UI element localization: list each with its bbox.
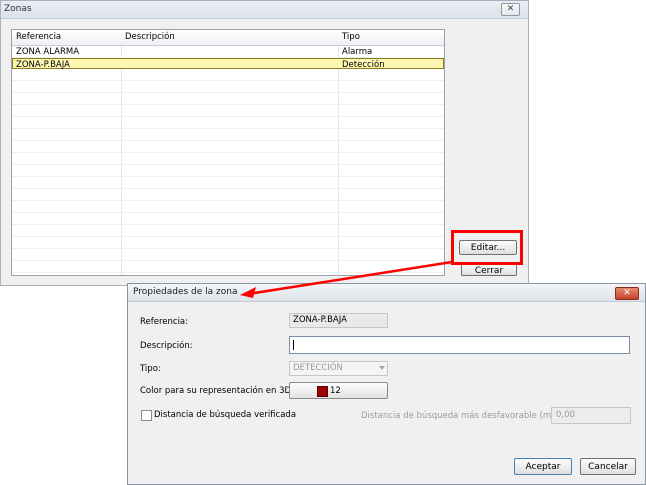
cancelar-button[interactable]: Cancelar	[580, 458, 636, 475]
aceptar-button[interactable]: Aceptar	[514, 458, 572, 475]
empty-row	[12, 225, 444, 237]
empty-row	[12, 273, 444, 275]
chevron-down-icon	[379, 366, 385, 370]
props-title: Propiedades de la zona	[133, 287, 238, 297]
empty-row	[12, 129, 444, 141]
cell-referencia: ZONA ALARMA	[16, 47, 80, 57]
empty-row	[12, 153, 444, 165]
empty-row	[12, 81, 444, 93]
zonas-titlebar: Zonas ✕	[1, 1, 528, 19]
table-header: Referencia Descripción Tipo	[12, 30, 444, 46]
empty-row	[12, 201, 444, 213]
empty-row	[12, 141, 444, 153]
distancia-check-label[interactable]: Distancia de búsqueda verificada	[154, 410, 296, 420]
descripcion-input[interactable]	[289, 336, 630, 354]
color-swatch	[317, 386, 328, 397]
referencia-label: Referencia:	[140, 317, 189, 327]
color-number: 12	[330, 386, 341, 396]
table-row[interactable]: ZONA ALARMA Alarma	[12, 46, 444, 58]
distancia-checkbox[interactable]	[141, 410, 152, 421]
zonas-window: Zonas ✕ Referencia Descripción Tipo ZONA…	[0, 0, 529, 286]
table-row-selected[interactable]: ZONA-P.BAJA Detección	[12, 58, 444, 70]
highlight-box	[451, 230, 523, 265]
empty-row	[12, 189, 444, 201]
column-header-referencia[interactable]: Referencia	[16, 32, 61, 42]
empty-row	[12, 261, 444, 273]
empty-row	[12, 165, 444, 177]
empty-row	[12, 69, 444, 81]
empty-row	[12, 117, 444, 129]
cell-tipo: Alarma	[342, 47, 373, 57]
close-icon[interactable]: ✕	[501, 3, 520, 16]
empty-row	[12, 237, 444, 249]
referencia-field: ZONA-P.BAJA	[289, 313, 388, 328]
tipo-label: Tipo:	[140, 364, 161, 374]
empty-row	[12, 177, 444, 189]
empty-rows	[12, 69, 444, 275]
zonas-title: Zonas	[4, 4, 32, 14]
props-titlebar: Propiedades de la zona ✕	[128, 284, 645, 302]
tipo-value: DETECCIÓN	[293, 363, 343, 373]
empty-row	[12, 249, 444, 261]
distancia-input[interactable]: 0,00	[551, 407, 631, 424]
propiedades-dialog: Propiedades de la zona ✕ Referencia: ZON…	[127, 283, 646, 485]
color-button[interactable]: 12	[289, 382, 388, 399]
zonas-table[interactable]: Referencia Descripción Tipo ZONA ALARMA …	[11, 29, 445, 276]
text-caret	[293, 340, 294, 350]
empty-row	[12, 105, 444, 117]
tipo-select[interactable]: DETECCIÓN	[289, 361, 388, 376]
close-icon[interactable]: ✕	[615, 287, 639, 300]
descripcion-label: Descripción:	[140, 341, 193, 351]
distancia-label: Distancia de búsqueda más desfavorable (…	[361, 411, 558, 421]
empty-row	[12, 93, 444, 105]
empty-row	[12, 213, 444, 225]
column-header-tipo[interactable]: Tipo	[342, 32, 360, 42]
color-label: Color para su representación en 3D:	[140, 386, 294, 396]
column-header-descripcion[interactable]: Descripción	[125, 32, 175, 42]
